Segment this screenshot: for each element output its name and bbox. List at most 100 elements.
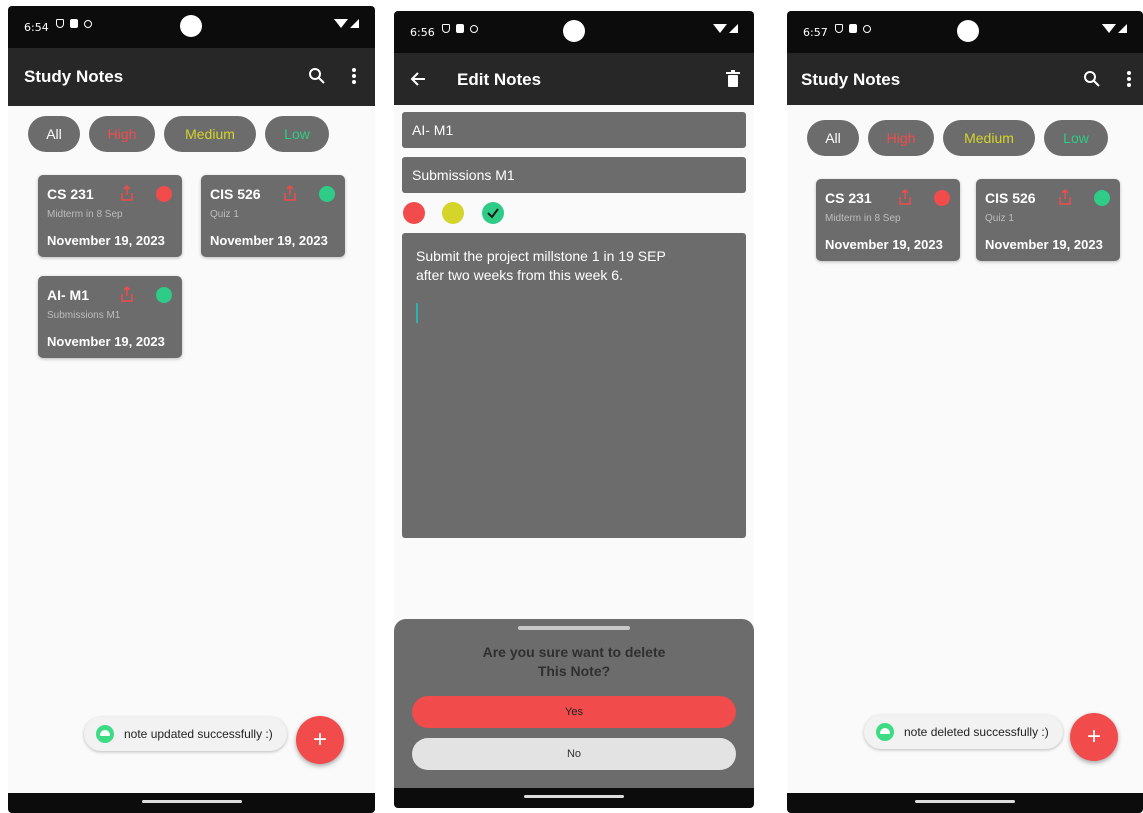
- priority-dot: [156, 186, 172, 202]
- note-title: AI- M1: [47, 287, 89, 303]
- snackbar-toast: note updated successfully :): [84, 717, 287, 751]
- screen-notes-list-deleted: 6:57 Study Notes All High Medium Low CS …: [787, 11, 1143, 813]
- filter-all[interactable]: All: [807, 120, 859, 156]
- note-card[interactable]: AI- M1 Submissions M1 November 19, 2023: [38, 276, 182, 358]
- note-body-text: Submit the project millstone 1 in 19 SEP…: [416, 247, 716, 285]
- more-vert-icon[interactable]: [1117, 67, 1141, 91]
- status-icons: [835, 24, 871, 33]
- note-subtitle-field[interactable]: Submissions M1: [402, 157, 746, 193]
- filter-low[interactable]: Low: [265, 116, 329, 152]
- priority-high-option[interactable]: [403, 202, 425, 224]
- note-card[interactable]: CIS 526 Quiz 1 November 19, 2023: [976, 179, 1120, 261]
- priority-filter-chips: All High Medium Low: [807, 120, 1108, 156]
- gesture-nav-bar: [394, 788, 754, 808]
- app-title: Edit Notes: [457, 70, 542, 89]
- app-title: Study Notes: [24, 67, 124, 86]
- yes-button[interactable]: Yes: [412, 696, 736, 728]
- camera-cutout: [180, 15, 202, 37]
- text-cursor: [416, 303, 418, 323]
- home-handle[interactable]: [141, 800, 242, 803]
- screen-edit-note: 6:56 Edit Notes AI- M1 Submissions M1 Su…: [394, 11, 754, 808]
- filter-high[interactable]: High: [89, 116, 155, 152]
- note-title: CIS 526: [210, 186, 261, 202]
- filter-high[interactable]: High: [868, 120, 934, 156]
- screen-notes-list-updated: 6:54 Study Notes All High Medium Low CS …: [8, 6, 375, 813]
- priority-medium-option[interactable]: [442, 202, 464, 224]
- share-icon[interactable]: [120, 286, 134, 302]
- note-title: CS 231: [825, 190, 872, 206]
- network-icons: [1102, 24, 1127, 33]
- status-time: 6:57: [803, 26, 828, 39]
- app-bar: Study Notes: [8, 48, 375, 106]
- status-bar: 6:54: [8, 6, 375, 48]
- note-subtitle-value: Submissions M1: [412, 167, 515, 183]
- snackbar-toast: note deleted successfully :): [864, 715, 1063, 749]
- share-icon[interactable]: [1058, 189, 1072, 205]
- priority-dot: [319, 186, 335, 202]
- status-time: 6:54: [24, 21, 49, 34]
- status-time: 6:56: [410, 26, 435, 39]
- gesture-nav-bar: [8, 793, 375, 813]
- note-card[interactable]: CIS 526 Quiz 1 November 19, 2023: [201, 175, 345, 257]
- android-icon: [876, 723, 894, 741]
- note-date: November 19, 2023: [825, 237, 943, 252]
- note-date: November 19, 2023: [47, 334, 165, 349]
- filter-medium[interactable]: Medium: [164, 116, 256, 152]
- camera-cutout: [957, 20, 979, 42]
- delete-confirm-sheet: Are you sure want to delete This Note? Y…: [394, 619, 754, 795]
- toast-message: note deleted successfully :): [904, 725, 1049, 739]
- priority-dot: [1094, 190, 1110, 206]
- status-icons: [56, 19, 92, 28]
- no-button[interactable]: No: [412, 738, 736, 770]
- note-subtitle: Midterm in 8 Sep: [825, 213, 901, 224]
- delete-question: Are you sure want to delete This Note?: [394, 643, 754, 681]
- toast-message: note updated successfully :): [124, 727, 273, 741]
- app-title: Study Notes: [801, 70, 901, 89]
- app-bar: Edit Notes: [394, 53, 754, 105]
- check-icon: [487, 208, 499, 219]
- note-subtitle: Submissions M1: [47, 310, 121, 321]
- delete-icon[interactable]: [721, 67, 745, 91]
- add-note-button[interactable]: +: [296, 716, 344, 764]
- note-card[interactable]: CS 231 Midterm in 8 Sep November 19, 202…: [38, 175, 182, 257]
- home-handle[interactable]: [524, 795, 624, 798]
- filter-all[interactable]: All: [28, 116, 80, 152]
- network-icons: [713, 24, 738, 33]
- delete-question-line: This Note?: [537, 663, 611, 679]
- priority-dot: [156, 287, 172, 303]
- share-icon[interactable]: [120, 185, 134, 201]
- filter-low[interactable]: Low: [1044, 120, 1108, 156]
- network-icons: [334, 19, 359, 28]
- back-arrow-icon[interactable]: [406, 67, 430, 91]
- share-icon[interactable]: [898, 189, 912, 205]
- status-bar: 6:56: [394, 11, 754, 53]
- note-date: November 19, 2023: [210, 233, 328, 248]
- search-icon[interactable]: [1080, 67, 1104, 91]
- note-title: CS 231: [47, 186, 94, 202]
- note-body-line: Submit the project millstone 1 in 19 SEP: [416, 248, 666, 264]
- delete-question-line: Are you sure want to delete: [482, 644, 666, 660]
- app-bar: Study Notes: [787, 53, 1143, 105]
- status-bar: 6:57: [787, 11, 1143, 53]
- priority-dot: [934, 190, 950, 206]
- more-vert-icon[interactable]: [342, 64, 366, 88]
- note-card[interactable]: CS 231 Midterm in 8 Sep November 19, 202…: [816, 179, 960, 261]
- sheet-drag-handle[interactable]: [518, 626, 630, 630]
- status-icons: [442, 24, 478, 33]
- camera-cutout: [563, 20, 585, 42]
- note-subtitle: Midterm in 8 Sep: [47, 209, 123, 220]
- search-icon[interactable]: [305, 64, 329, 88]
- add-note-button[interactable]: +: [1070, 713, 1118, 761]
- filter-medium[interactable]: Medium: [943, 120, 1035, 156]
- note-body-editor[interactable]: Submit the project millstone 1 in 19 SEP…: [402, 233, 746, 538]
- note-subtitle: Quiz 1: [210, 209, 239, 220]
- share-icon[interactable]: [283, 185, 297, 201]
- note-date: November 19, 2023: [47, 233, 165, 248]
- note-title-field[interactable]: AI- M1: [402, 112, 746, 148]
- android-icon: [96, 725, 114, 743]
- priority-low-option-selected[interactable]: [482, 202, 504, 224]
- home-handle[interactable]: [915, 800, 1015, 803]
- gesture-nav-bar: [787, 793, 1143, 813]
- note-title: CIS 526: [985, 190, 1036, 206]
- note-body-line: after two weeks from this week 6.: [416, 267, 623, 283]
